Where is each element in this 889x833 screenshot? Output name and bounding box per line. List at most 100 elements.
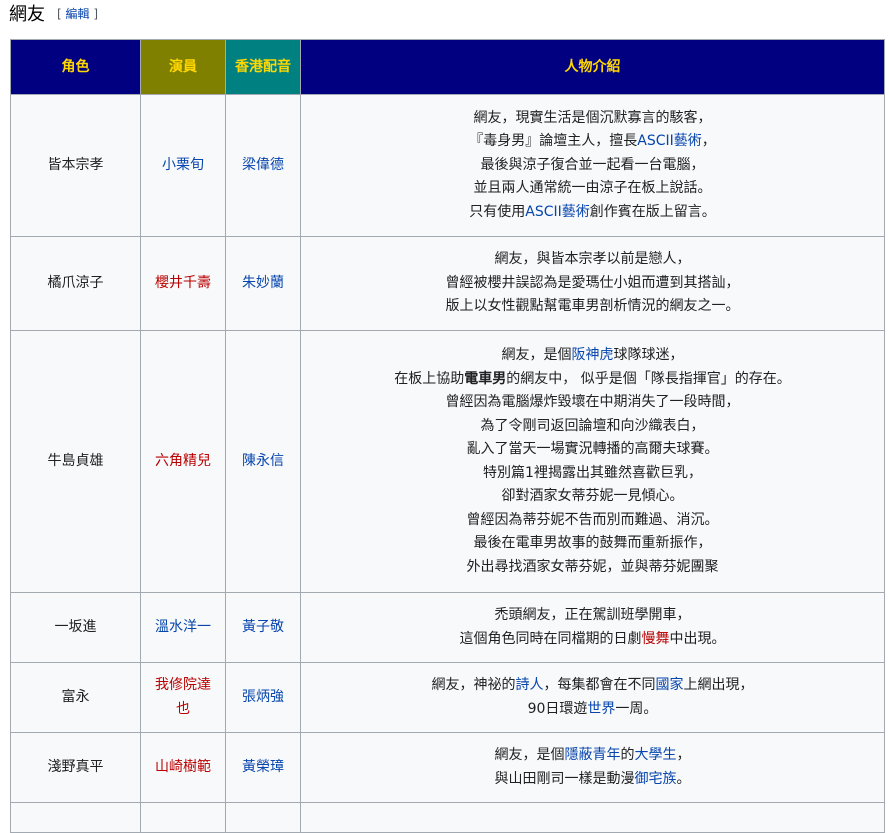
intro-text: 最後在電車男故事的鼓舞而重新振作， bbox=[473, 535, 712, 551]
intro-text: 並且兩人通常統一由涼子在板上說話。 bbox=[473, 180, 712, 197]
intro-redlink[interactable]: 慢舞 bbox=[642, 631, 670, 647]
intro-text: 的網友中， 似乎是個「隊長指揮官」的存在。 bbox=[506, 370, 791, 387]
intro-line: 在板上協助電車男的網友中， 似乎是個「隊長指揮官」的存在。 bbox=[307, 368, 878, 392]
intro-line: 網友，神祕的詩人，每集都會在不同國家上網出現， bbox=[307, 674, 878, 698]
role-cell: 淺野真平 bbox=[10, 732, 141, 803]
intro-text: ，每集都會在不同 bbox=[543, 677, 656, 693]
intro-line: 『毒身男』論壇主人，擅長ASCII藝術， bbox=[307, 130, 878, 154]
intro-text: 網友，是個 bbox=[494, 747, 565, 763]
hk-voice-cell: 黃榮璋 bbox=[225, 732, 301, 803]
col-header-actor: 演員 bbox=[140, 39, 226, 95]
role-cell bbox=[10, 802, 141, 833]
intro-text: 球隊球迷， bbox=[613, 347, 684, 363]
intro-line: 最後在電車男故事的鼓舞而重新振作， bbox=[307, 532, 878, 556]
intro-text: 版上以女性觀點幫電車男剖析情況的網友之一。 bbox=[445, 298, 740, 315]
intro-text: 網友，現實生活是個沉默寡言的駭客， bbox=[473, 109, 712, 126]
actor-cell bbox=[140, 802, 226, 833]
section-title: 網友 bbox=[9, 4, 45, 25]
intro-link[interactable]: ASCII藝術 bbox=[637, 133, 702, 149]
intro-bold-text: 電車男 bbox=[464, 370, 507, 387]
intro-cell: 網友，神祕的詩人，每集都會在不同國家上網出現， 90日環遊世界一周。 bbox=[300, 662, 885, 733]
intro-line: 只有使用ASCII藝術創作賓在版上留言。 bbox=[307, 201, 878, 225]
intro-link[interactable]: 隱蔽青年 bbox=[565, 747, 621, 763]
intro-link[interactable]: 大學生 bbox=[635, 747, 677, 763]
intro-link[interactable]: 御宅族 bbox=[635, 771, 677, 787]
table-row bbox=[10, 802, 885, 833]
intro-line: 最後與涼子復合並一起看一台電腦， bbox=[307, 154, 878, 178]
intro-line: 外出尋找酒家女蒂芬妮，並與蒂芬妮團聚 bbox=[307, 556, 878, 580]
intro-text: 曾經因為電腦爆炸毀壞在中期消失了一段時間， bbox=[445, 394, 740, 410]
hk-voice-link[interactable]: 朱妙蘭 bbox=[242, 275, 284, 291]
role-cell: 富永 bbox=[10, 662, 141, 733]
role-cell: 皆本宗孝 bbox=[10, 94, 141, 237]
hk-voice-link[interactable]: 黃子敬 bbox=[242, 619, 284, 635]
intro-cell: 網友，是個隱蔽青年的大學生， 與山田剛司一樣是動漫御宅族。 bbox=[300, 732, 885, 803]
actor-cell: 六角精兒 bbox=[140, 330, 226, 593]
intro-text: ， bbox=[676, 747, 691, 763]
intro-line: 曾經因為蒂芬妮不告而別而難過、消沉。 bbox=[307, 509, 878, 533]
intro-text: 90日環遊 bbox=[527, 700, 588, 717]
intro-text: 曾經被櫻井誤認為是愛瑪仕小姐而遭到其搭訕， bbox=[445, 274, 740, 291]
intro-text: 。 bbox=[676, 770, 691, 787]
actor-cell: 櫻井千壽 bbox=[140, 236, 226, 331]
hk-voice-link[interactable]: 張炳強 bbox=[242, 689, 284, 705]
intro-text: 創作賓在版上留言。 bbox=[589, 203, 716, 220]
intro-link[interactable]: ASCII藝術 bbox=[525, 204, 590, 220]
intro-text: 『毒身男』論壇主人，擅長 bbox=[469, 133, 638, 150]
edit-open-bracket: [ bbox=[57, 6, 62, 21]
hk-voice-cell: 梁偉德 bbox=[225, 94, 301, 237]
intro-link[interactable]: 國家 bbox=[656, 677, 684, 693]
intro-line: 並且兩人通常統一由涼子在板上說話。 bbox=[307, 177, 878, 201]
intro-text: 為了令剛司返回論壇和向沙織表白， bbox=[480, 417, 705, 434]
actor-link[interactable]: 櫻井千壽 bbox=[155, 275, 211, 291]
hk-voice-cell: 張炳強 bbox=[225, 662, 301, 733]
hk-voice-link[interactable]: 梁偉德 bbox=[242, 157, 284, 173]
intro-line: 曾經因為電腦爆炸毀壞在中期消失了一段時間， bbox=[307, 391, 878, 415]
intro-text: 這個角色同時在同檔期的日劇 bbox=[459, 630, 642, 647]
role-cell: 牛島貞雄 bbox=[10, 330, 141, 593]
table-row: 皆本宗孝 小栗旬 梁偉德 網友，現實生活是個沉默寡言的駭客， 『毒身男』論壇主人，擅長A… bbox=[10, 94, 885, 237]
actor-link[interactable]: 溫水洋一 bbox=[155, 619, 211, 635]
intro-text: 的 bbox=[620, 747, 635, 763]
actor-link[interactable]: 六角精兒 bbox=[155, 453, 211, 469]
table-row: 富永 我修院達也 張炳強 網友，神祕的詩人，每集都會在不同國家上網出現， 90日環遊世界… bbox=[10, 662, 885, 733]
actor-link[interactable]: 山崎樹範 bbox=[155, 759, 211, 775]
hk-voice-cell: 黃子敬 bbox=[225, 592, 301, 663]
hk-voice-link[interactable]: 陳永信 bbox=[242, 453, 284, 469]
table-row: 一坂進 溫水洋一 黃子敬 禿頭網友，正在駕訓班學開車， 這個角色同時在同檔期的日劇慢舞中… bbox=[10, 592, 885, 663]
hk-voice-link[interactable]: 黃榮璋 bbox=[242, 759, 284, 775]
table-row: 淺野真平 山崎樹範 黃榮璋 網友，是個隱蔽青年的大學生， 與山田剛司一樣是動漫御宅族。 bbox=[10, 732, 885, 803]
edit-link[interactable]: 編輯 bbox=[66, 7, 90, 21]
intro-text: 最後與涼子復合並一起看一台電腦， bbox=[480, 156, 705, 173]
intro-link[interactable]: 阪神虎 bbox=[572, 347, 614, 363]
intro-text: 亂入了當天一場實況轉播的高爾夫球賽。 bbox=[466, 441, 719, 457]
intro-cell bbox=[300, 802, 885, 833]
intro-text: 網友，與皆本宗孝以前是戀人， bbox=[494, 251, 691, 268]
intro-line: 網友，現實生活是個沉默寡言的駭客， bbox=[307, 107, 878, 131]
edit-close-bracket: ] bbox=[93, 6, 99, 21]
edit-section: [ 編輯 ] bbox=[57, 5, 98, 22]
intro-line: 亂入了當天一場實況轉播的高爾夫球賽。 bbox=[307, 438, 878, 462]
intro-link[interactable]: 世界 bbox=[587, 701, 615, 717]
intro-link[interactable]: 詩人 bbox=[516, 677, 544, 693]
col-header-hk-voice: 香港配音 bbox=[225, 39, 301, 95]
intro-line: 網友，是個阪神虎球隊球迷， bbox=[307, 344, 878, 368]
actor-cell: 我修院達也 bbox=[140, 662, 226, 733]
hk-voice-cell bbox=[225, 802, 301, 833]
netizen-table: 角色 演員 香港配音 人物介紹 皆本宗孝 小栗旬 梁偉德 網友，現實生活是個沉默寡言的… bbox=[10, 39, 885, 833]
intro-line: 曾經被櫻井誤認為是愛瑪仕小姐而遭到其搭訕， bbox=[307, 272, 878, 296]
actor-cell: 山崎樹範 bbox=[140, 732, 226, 803]
intro-line: 網友，是個隱蔽青年的大學生， bbox=[307, 744, 878, 768]
actor-link[interactable]: 小栗旬 bbox=[162, 157, 204, 173]
intro-line: 特別篇1裡揭露出其雖然喜歡巨乳， bbox=[307, 462, 878, 486]
actor-cell: 溫水洋一 bbox=[140, 592, 226, 663]
intro-text: 禿頭網友，正在駕訓班學開車， bbox=[494, 607, 691, 623]
hk-voice-cell: 朱妙蘭 bbox=[225, 236, 301, 331]
actor-cell: 小栗旬 bbox=[140, 94, 226, 237]
intro-line: 網友，與皆本宗孝以前是戀人， bbox=[307, 248, 878, 272]
intro-text: 中出現。 bbox=[669, 630, 726, 647]
col-header-intro: 人物介紹 bbox=[300, 39, 885, 95]
role-cell: 一坂進 bbox=[10, 592, 141, 663]
actor-link[interactable]: 我修院達也 bbox=[155, 677, 211, 717]
intro-cell: 網友，與皆本宗孝以前是戀人， 曾經被櫻井誤認為是愛瑪仕小姐而遭到其搭訕， 版上以女性… bbox=[300, 236, 885, 331]
